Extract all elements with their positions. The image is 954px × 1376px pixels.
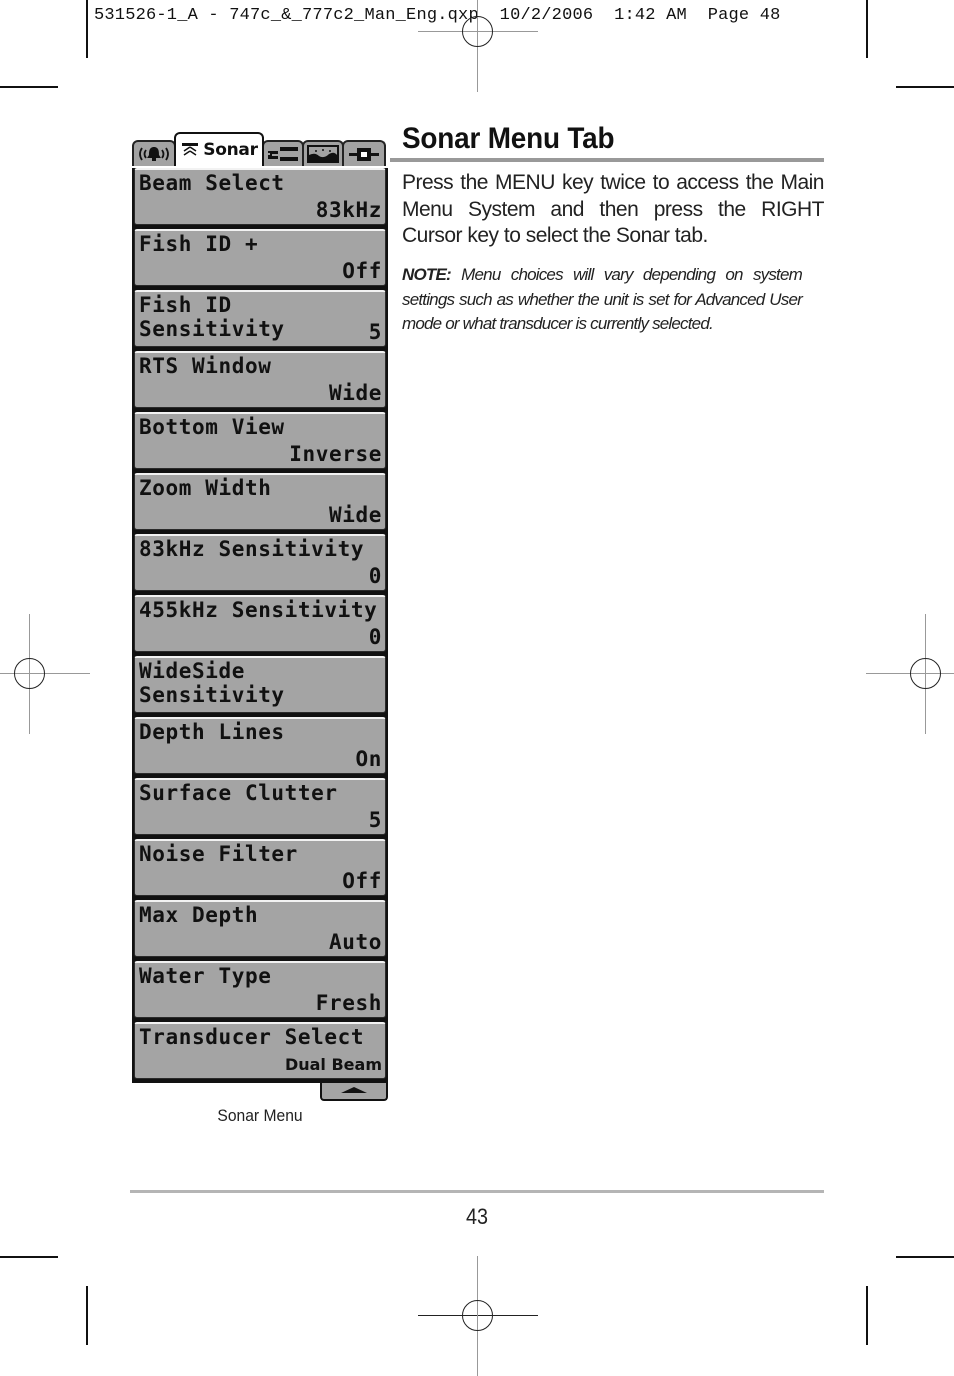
menu-item-value: 0 [368,564,382,588]
crop-mark [0,1256,58,1258]
menu-item-label: Zoom Width [139,476,272,500]
menu-item-value: Off [342,259,382,283]
menu-item-value: Dual Beam [284,1055,382,1074]
tab-sonar[interactable]: Sonar [174,132,264,166]
scroll-up-arrow-icon [339,1082,369,1100]
note-paragraph: NOTE: Menu choices will vary depending o… [402,263,803,337]
menu-item-455khz-sensitivity[interactable]: 455kHz Sensitivity 0 [134,595,386,652]
menu-item-value: 5 [368,320,382,344]
registration-mark-icon [0,614,90,734]
menu-item-depth-lines[interactable]: Depth Lines On [134,717,386,774]
sonar-icon [180,141,200,159]
setup-wrench-icon [266,145,300,163]
menu-item-value: 0 [368,625,382,649]
alarm-bell-icon [136,145,172,163]
views-terrain-icon [307,145,339,163]
figure-caption: Sonar Menu [217,1106,303,1125]
menu-item-label: Fish ID Sensitivity [139,293,285,341]
menu-item-transducer-select[interactable]: Transducer Select Dual Beam [134,1022,386,1079]
menu-item-label: Surface Clutter [139,781,338,805]
crop-mark [866,0,868,58]
menu-item-83khz-sensitivity[interactable]: 83kHz Sensitivity 0 [134,534,386,591]
menu-item-label: Beam Select [139,171,285,195]
menu-item-bottom-view[interactable]: Bottom View Inverse [134,412,386,469]
menu-item-surface-clutter[interactable]: Surface Clutter 5 [134,778,386,835]
menu-item-value: Off [342,869,382,893]
crop-mark [896,1256,954,1258]
menu-item-value: 83kHz [315,198,382,222]
menu-item-value: Inverse [289,442,382,466]
menu-item-label: Depth Lines [139,720,285,744]
menu-item-fish-id-plus[interactable]: Fish ID + Off [134,229,386,286]
menu-tab-bar: Sonar [132,132,388,166]
crop-mark [896,86,954,88]
page-number: 43 [465,1204,489,1229]
scroll-up-button[interactable] [320,1083,388,1101]
crop-mark [0,86,58,88]
menu-item-value: 5 [368,808,382,832]
menu-item-value: Fresh [315,991,382,1015]
menu-item-noise-filter[interactable]: Noise Filter Off [134,839,386,896]
tab-views[interactable] [302,140,344,166]
body-paragraph: Press the MENU key twice to access the M… [402,171,825,247]
crop-mark [86,0,88,58]
menu-item-label: Water Type [139,964,272,988]
menu-item-water-type[interactable]: Water Type Fresh [134,961,386,1018]
registration-mark-icon [418,1256,538,1376]
accessories-plug-icon [347,145,381,163]
menu-item-value: On [355,747,382,771]
footer-rule [130,1190,824,1193]
registration-mark-icon [418,0,538,92]
menu-item-label: Transducer Select [139,1025,365,1049]
menu-item-label: RTS Window [139,354,272,378]
menu-item-zoom-width[interactable]: Zoom Width Wide [134,473,386,530]
tab-setup[interactable] [262,140,304,166]
menu-item-rts-window[interactable]: RTS Window Wide [134,351,386,408]
menu-item-wideside-sensitivity[interactable]: WideSide Sensitivity [134,656,386,713]
menu-item-fish-id-sensitivity[interactable]: Fish ID Sensitivity 5 [134,290,386,347]
note-label: NOTE: [402,265,452,284]
menu-item-label: 455kHz Sensitivity [139,598,378,622]
menu-item-label: Max Depth [139,903,259,927]
page-title: Sonar Menu Tab [402,122,615,155]
note-text: Menu choices will vary depending on syst… [402,265,803,333]
menu-item-label: Bottom View [139,415,285,439]
menu-item-label: Fish ID + [139,232,259,256]
menu-item-value: Wide [329,381,382,405]
crop-mark [866,1286,868,1345]
menu-item-value: Wide [329,503,382,527]
menu-item-max-depth[interactable]: Max Depth Auto [134,900,386,957]
menu-items-list: Beam Select 83kHz Fish ID + Off Fish ID Se… [132,168,388,1083]
menu-item-beam-select[interactable]: Beam Select 83kHz [134,168,386,225]
registration-mark-icon [866,614,954,734]
crop-mark [86,1286,88,1345]
menu-item-label: WideSide Sensitivity [139,659,285,707]
heading-rule [390,158,824,162]
menu-item-value: Auto [329,930,382,954]
tab-accessories[interactable] [342,140,386,166]
tab-alarms[interactable] [132,140,176,166]
menu-item-label: 83kHz Sensitivity [139,537,365,561]
tab-sonar-label: Sonar [203,140,258,160]
sonar-menu-panel: Sonar Beam Select 83kHz Fish ID + Off Fi… [132,132,388,1101]
menu-item-label: Noise Filter [139,842,298,866]
